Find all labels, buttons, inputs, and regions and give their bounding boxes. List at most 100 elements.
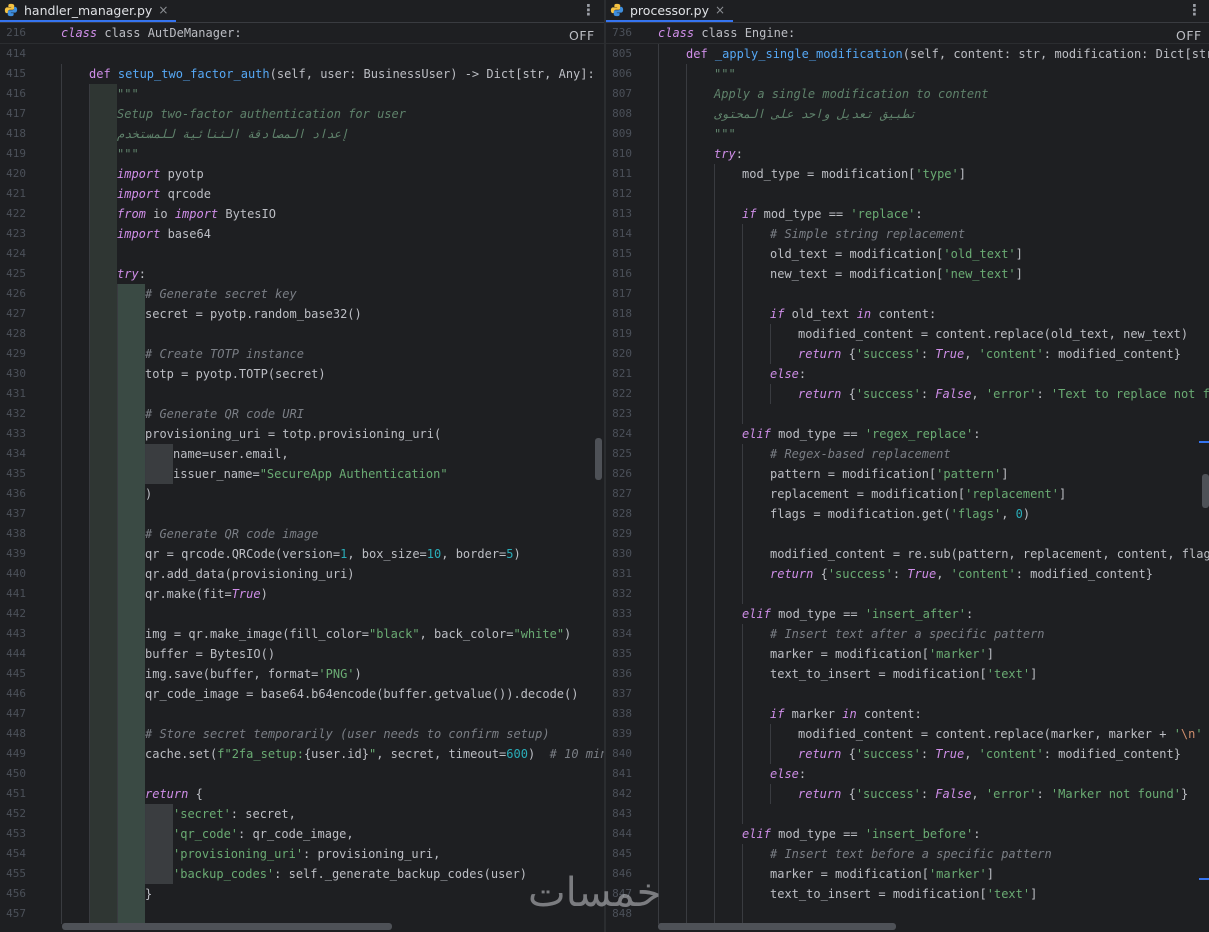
code-line[interactable]: 416 """ bbox=[0, 84, 604, 104]
code-line[interactable]: 454 'provisioning_uri': provisioning_uri, bbox=[0, 844, 604, 864]
code-line[interactable]: 848 bbox=[606, 904, 1209, 924]
code-line[interactable]: 844 elif mod_type == 'insert_before': bbox=[606, 824, 1209, 844]
code-line[interactable]: 425 try: bbox=[0, 264, 604, 284]
code-line[interactable]: 811 mod_type = modification['type'] bbox=[606, 164, 1209, 184]
code-line[interactable]: 840 return {'success': True, 'content': m… bbox=[606, 744, 1209, 764]
code-line[interactable]: 843 bbox=[606, 804, 1209, 824]
code-line[interactable]: 420 import pyotp bbox=[0, 164, 604, 184]
code-line[interactable]: 428 bbox=[0, 324, 604, 344]
code-line[interactable]: 836 text_to_insert = modification['text'] bbox=[606, 664, 1209, 684]
horizontal-scrollbar-thumb[interactable] bbox=[62, 923, 392, 930]
code-line[interactable]: 433 provisioning_uri = totp.provisioning_… bbox=[0, 424, 604, 444]
code-line[interactable]: 842 return {'success': False, 'error': 'M… bbox=[606, 784, 1209, 804]
code-line[interactable]: 419 """ bbox=[0, 144, 604, 164]
code-line[interactable]: 833 elif mod_type == 'insert_after': bbox=[606, 604, 1209, 624]
code-line[interactable]: 421 import qrcode bbox=[0, 184, 604, 204]
code-line[interactable]: 809 """ bbox=[606, 124, 1209, 144]
code-line[interactable]: 808 تطبيق تعديل واحد على المحتوى bbox=[606, 104, 1209, 124]
code-line[interactable]: 805 def _apply_single_modification(self, … bbox=[606, 44, 1209, 64]
code-line[interactable]: 427 secret = pyotp.random_base32() bbox=[0, 304, 604, 324]
code-line[interactable]: 414 bbox=[0, 44, 604, 64]
code-line[interactable]: 423 import base64 bbox=[0, 224, 604, 244]
tab-processor[interactable]: processor.py × bbox=[606, 0, 734, 22]
code-line[interactable]: 834 # Insert text after a specific patter… bbox=[606, 624, 1209, 644]
code-line[interactable]: 445 img.save(buffer, format='PNG') bbox=[0, 664, 604, 684]
code-line[interactable]: 442 bbox=[0, 604, 604, 624]
code-lines[interactable]: 805 def _apply_single_modification(self, … bbox=[606, 44, 1209, 924]
code-line[interactable]: 446 qr_code_image = base64.b64encode(buff… bbox=[0, 684, 604, 704]
code-line[interactable]: 449 cache.set(f"2fa_setup:{user.id}", sec… bbox=[0, 744, 604, 764]
code-line[interactable]: 439 qr = qrcode.QRCode(version=1, box_siz… bbox=[0, 544, 604, 564]
code-line[interactable]: 819 modified_content = content.replace(ol… bbox=[606, 324, 1209, 344]
code-line[interactable]: 810 try: bbox=[606, 144, 1209, 164]
code-lines[interactable]: 414 415 def setup_two_factor_auth(self, us… bbox=[0, 44, 604, 924]
editor-pane-left[interactable]: handler_manager.py × ⋮ 216 class class A… bbox=[0, 0, 604, 932]
sticky-scroll-header[interactable]: 736 class class Engine: bbox=[606, 23, 1209, 44]
code-line[interactable]: 812 bbox=[606, 184, 1209, 204]
code-line[interactable]: 452 'secret': secret, bbox=[0, 804, 604, 824]
horizontal-scrollbar-thumb[interactable] bbox=[658, 923, 896, 930]
editor-pane-right[interactable]: processor.py × ⋮ 736 class class Engine:… bbox=[606, 0, 1209, 932]
code-line[interactable]: 825 # Regex-based replacement bbox=[606, 444, 1209, 464]
code-line[interactable]: 438 # Generate QR code image bbox=[0, 524, 604, 544]
code-line[interactable]: 829 bbox=[606, 524, 1209, 544]
code-line[interactable]: 835 marker = modification['marker'] bbox=[606, 644, 1209, 664]
code-line[interactable]: 429 # Create TOTP instance bbox=[0, 344, 604, 364]
code-line[interactable]: 841 else: bbox=[606, 764, 1209, 784]
vertical-scrollbar-thumb[interactable] bbox=[1202, 474, 1209, 508]
code-line[interactable]: 437 bbox=[0, 504, 604, 524]
more-options-icon[interactable]: ⋮ bbox=[581, 1, 596, 19]
code-line[interactable]: 431 bbox=[0, 384, 604, 404]
code-line[interactable]: 846 marker = modification['marker'] bbox=[606, 864, 1209, 884]
code-line[interactable]: 444 buffer = BytesIO() bbox=[0, 644, 604, 664]
code-line[interactable]: 436) bbox=[0, 484, 604, 504]
code-line[interactable]: 456} bbox=[0, 884, 604, 904]
code-line[interactable]: 422 from io import BytesIO bbox=[0, 204, 604, 224]
vertical-scrollbar-thumb[interactable] bbox=[595, 438, 602, 480]
sticky-scroll-header[interactable]: 216 class class AutDeManager: bbox=[0, 23, 604, 44]
code-line[interactable]: 815 old_text = modification['old_text'] bbox=[606, 244, 1209, 264]
code-line[interactable]: 448 # Store secret temporarily (user need… bbox=[0, 724, 604, 744]
code-line[interactable]: 832 bbox=[606, 584, 1209, 604]
code-line[interactable]: 455 'backup_codes': self._generate_backup… bbox=[0, 864, 604, 884]
code-line[interactable]: 828 flags = modification.get('flags', 0) bbox=[606, 504, 1209, 524]
code-line[interactable]: 838 if marker in content: bbox=[606, 704, 1209, 724]
code-line[interactable]: 824 elif mod_type == 'regex_replace': bbox=[606, 424, 1209, 444]
code-line[interactable]: 432 # Generate QR code URI bbox=[0, 404, 604, 424]
code-line[interactable]: 826 pattern = modification['pattern'] bbox=[606, 464, 1209, 484]
code-line[interactable]: 845 # Insert text before a specific patte… bbox=[606, 844, 1209, 864]
code-line[interactable]: 417 Setup two-factor authentication for u… bbox=[0, 104, 604, 124]
code-line[interactable]: 818 if old_text in content: bbox=[606, 304, 1209, 324]
code-line[interactable]: 424 bbox=[0, 244, 604, 264]
code-line[interactable]: 451 return { bbox=[0, 784, 604, 804]
code-line[interactable]: 830 modified_content = re.sub(pattern, re… bbox=[606, 544, 1209, 564]
code-line[interactable]: 435 issuer_name="SecureApp Authentication… bbox=[0, 464, 604, 484]
code-line[interactable]: 814 # Simple string replacement bbox=[606, 224, 1209, 244]
code-line[interactable]: 847 text_to_insert = modification['text'] bbox=[606, 884, 1209, 904]
code-line[interactable]: 821 else: bbox=[606, 364, 1209, 384]
code-line[interactable]: 813 if mod_type == 'replace': bbox=[606, 204, 1209, 224]
code-line[interactable]: 453 'qr_code': qr_code_image, bbox=[0, 824, 604, 844]
code-line[interactable]: 430 totp = pyotp.TOTP(secret) bbox=[0, 364, 604, 384]
close-icon[interactable]: × bbox=[158, 3, 168, 17]
code-line[interactable]: 415 def setup_two_factor_auth(self, user:… bbox=[0, 64, 604, 84]
code-line[interactable]: 822 return {'success': False, 'error': 'T… bbox=[606, 384, 1209, 404]
code-line[interactable]: 823 bbox=[606, 404, 1209, 424]
code-line[interactable]: 443 img = qr.make_image(fill_color="black… bbox=[0, 624, 604, 644]
code-line[interactable]: 827 replacement = modification['replaceme… bbox=[606, 484, 1209, 504]
more-options-icon[interactable]: ⋮ bbox=[1187, 1, 1202, 19]
code-line[interactable]: 816 new_text = modification['new_text'] bbox=[606, 264, 1209, 284]
code-line[interactable]: 418 إعداد المصادقة الثنائية للمستخدم bbox=[0, 124, 604, 144]
code-line[interactable]: 820 return {'success': True, 'content': m… bbox=[606, 344, 1209, 364]
code-line[interactable]: 457 bbox=[0, 904, 604, 924]
code-line[interactable]: 426 # Generate secret key bbox=[0, 284, 604, 304]
code-line[interactable]: 441 qr.make(fit=True) bbox=[0, 584, 604, 604]
code-line[interactable]: 440 qr.add_data(provisioning_uri) bbox=[0, 564, 604, 584]
code-line[interactable]: 447 bbox=[0, 704, 604, 724]
code-line[interactable]: 450 bbox=[0, 764, 604, 784]
tab-handler-manager[interactable]: handler_manager.py × bbox=[0, 0, 177, 22]
code-line[interactable]: 817 bbox=[606, 284, 1209, 304]
code-line[interactable]: 434 name=user.email, bbox=[0, 444, 604, 464]
code-line[interactable]: 807 Apply a single modification to conten… bbox=[606, 84, 1209, 104]
code-line[interactable]: 806 """ bbox=[606, 64, 1209, 84]
